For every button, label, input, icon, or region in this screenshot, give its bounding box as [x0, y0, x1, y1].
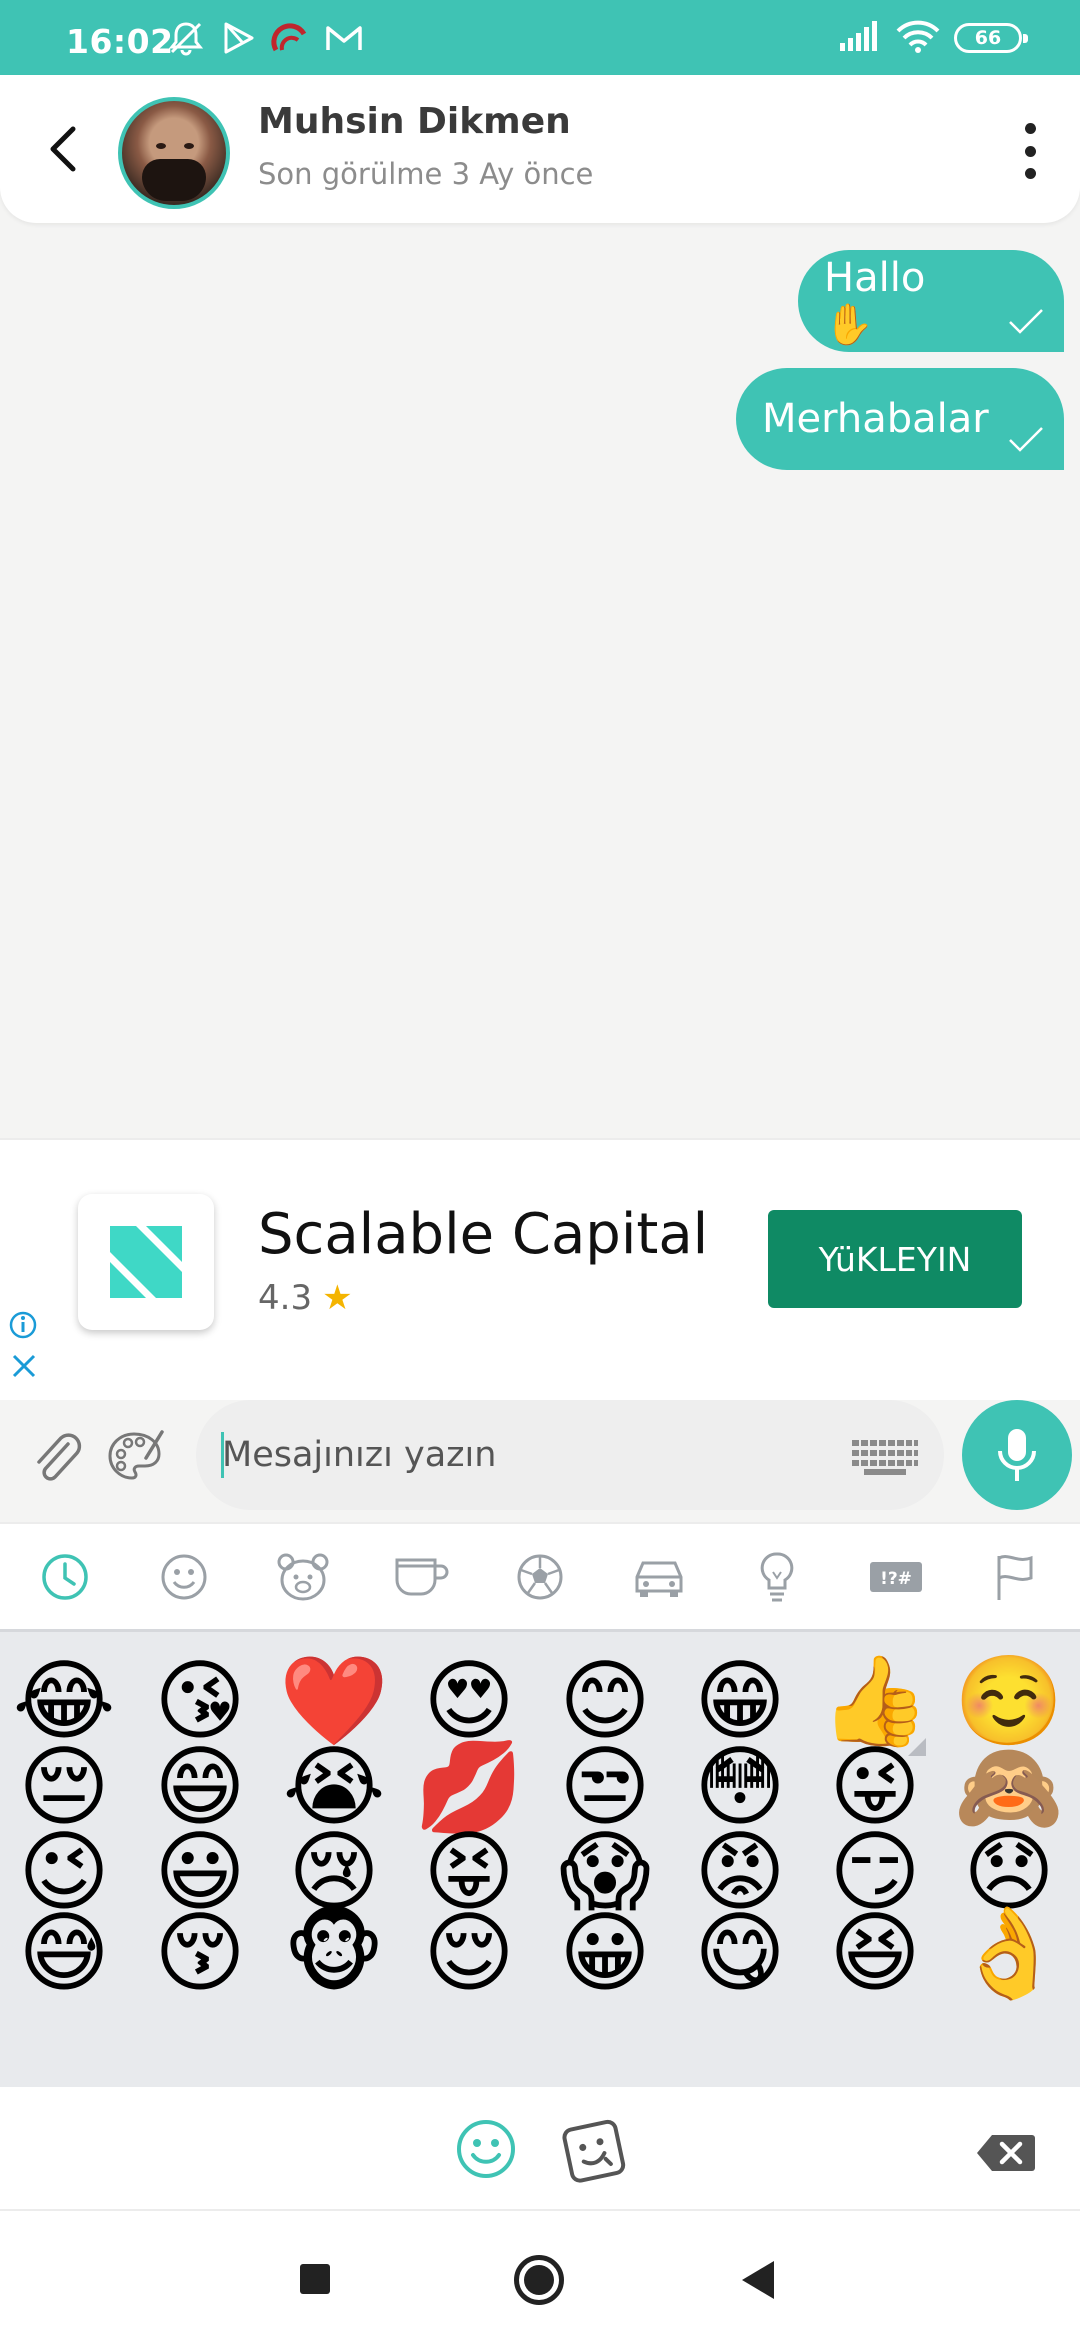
ad-rating: 4.3 ★ [258, 1278, 353, 1318]
emoji-key[interactable]: 😀 [538, 1890, 672, 2016]
dot [1024, 168, 1036, 179]
message-text: Hallo ✋ [824, 254, 926, 348]
car-icon [635, 1561, 683, 1597]
smiley-icon [161, 1554, 207, 1599]
ad-rating-value: 4.3 [258, 1278, 313, 1318]
voice-message-button[interactable] [962, 1400, 1072, 1510]
gmail-icon [324, 22, 364, 54]
contact-avatar[interactable] [118, 97, 230, 209]
tab-objects[interactable] [747, 1547, 807, 1607]
tab-animals[interactable] [273, 1547, 333, 1607]
ad-close-icon[interactable] [10, 1352, 38, 1384]
status-bar: 16:02 66 [0, 0, 1080, 75]
star-icon: ★ [322, 1278, 353, 1318]
ad-title[interactable]: Scalable Capital [258, 1202, 708, 1267]
keyboard-toggle-button[interactable] [850, 1438, 920, 1480]
chat-header: Muhsin Dikmen Son görülme 3 Ay önce [0, 75, 1080, 223]
emoji-key[interactable]: 😌 [402, 1890, 536, 2016]
tab-recent[interactable] [35, 1547, 95, 1607]
backspace-icon [977, 2135, 1035, 2171]
back-button[interactable] [38, 121, 86, 177]
paperclip-icon [37, 1433, 82, 1481]
emoji-panel-toolbar [0, 2087, 1080, 2211]
more-options-button[interactable] [1018, 123, 1042, 179]
system-icons: 66 [838, 19, 1028, 57]
contact-name[interactable]: Muhsin Dikmen [258, 101, 571, 142]
lightbulb-icon [760, 1551, 794, 1601]
ad-info-icon[interactable] [8, 1310, 38, 1344]
ad-app-logo[interactable] [78, 1194, 214, 1330]
message-input[interactable] [196, 1400, 944, 1510]
sent-check-icon [1009, 309, 1043, 334]
message-text: Merhabalar [762, 396, 989, 442]
emoji-grid: 😂 😘 ❤️ 😍 😊 😁 👍 ☺️ 😔 😄 😭 💋 😒 😳 😜 🙈 😉 😃 😢 😝 😱 😡 😏 😞 😅 😚 🐵 😌 😀 😋 😆 👌 [0, 1632, 1080, 2087]
message-composer [0, 1400, 1080, 1522]
tab-travel[interactable] [629, 1547, 689, 1607]
emoji-key[interactable]: 😚 [133, 1890, 267, 2016]
play-store-icon [220, 20, 256, 56]
ad-install-button[interactable]: YüKLEYIN [768, 1210, 1022, 1308]
microphone-icon [998, 1429, 1036, 1481]
clock-icon [42, 1553, 89, 1600]
dot [1024, 123, 1036, 134]
emoji-key[interactable]: 😆 [808, 1890, 942, 2016]
system-navigation-bar [0, 2211, 1080, 2340]
battery-icon: 66 [954, 23, 1028, 53]
ad-banner[interactable]: Scalable Capital 4.3 ★ YüKLEYIN [0, 1138, 1080, 1400]
tab-sports[interactable] [510, 1547, 570, 1607]
svg-text:!?#: !?# [880, 1569, 912, 1589]
chevron-left-icon [50, 126, 76, 172]
dot [1024, 145, 1036, 157]
cup-icon [395, 1558, 449, 1595]
emoji-key[interactable]: 😅 [0, 1890, 131, 2016]
sent-check-icon [1009, 427, 1043, 452]
sticker-mode-button[interactable] [560, 2119, 630, 2189]
shield-app-icon [270, 18, 310, 58]
soccer-ball-icon [517, 1554, 563, 1599]
emoji-key[interactable]: 👌 [942, 1890, 1076, 2016]
emoji-mode-button[interactable] [454, 2117, 518, 2185]
system-back-button[interactable] [742, 2261, 774, 2299]
bear-icon [277, 1553, 329, 1600]
mute-icon [166, 18, 206, 58]
notification-icons [166, 16, 364, 60]
message-bubble[interactable]: Merhabalar [736, 368, 1064, 470]
text-cursor [221, 1432, 224, 1478]
tab-food[interactable] [391, 1547, 451, 1607]
keyboard-icon [852, 1440, 918, 1475]
status-time: 16:02 [66, 22, 174, 61]
tab-smileys[interactable] [154, 1547, 214, 1607]
wifi-icon [896, 19, 940, 57]
tab-flags[interactable] [985, 1547, 1045, 1607]
home-button[interactable] [514, 2255, 564, 2305]
sticker-icon [562, 2119, 626, 2183]
palette-icon [108, 1430, 164, 1480]
battery-level: 66 [974, 27, 1002, 49]
message-bubble[interactable]: Hallo ✋ [798, 250, 1064, 352]
recent-apps-button[interactable] [300, 2264, 330, 2294]
symbols-icon: !?# [869, 1561, 922, 1592]
backspace-button[interactable] [976, 2133, 1036, 2177]
last-seen-status: Son görülme 3 Ay önce [258, 157, 594, 191]
emoji-key[interactable]: 🐵 [267, 1890, 401, 2016]
emoji-category-tabs: !?# [0, 1522, 1080, 1632]
signal-icon [838, 21, 882, 55]
flag-icon [997, 1554, 1033, 1600]
smiley-icon [457, 2120, 515, 2178]
attach-button[interactable] [30, 1428, 82, 1488]
emoji-key[interactable]: 😋 [673, 1890, 807, 2016]
tab-symbols[interactable]: !?# [866, 1547, 926, 1607]
palette-button[interactable] [106, 1428, 166, 1488]
